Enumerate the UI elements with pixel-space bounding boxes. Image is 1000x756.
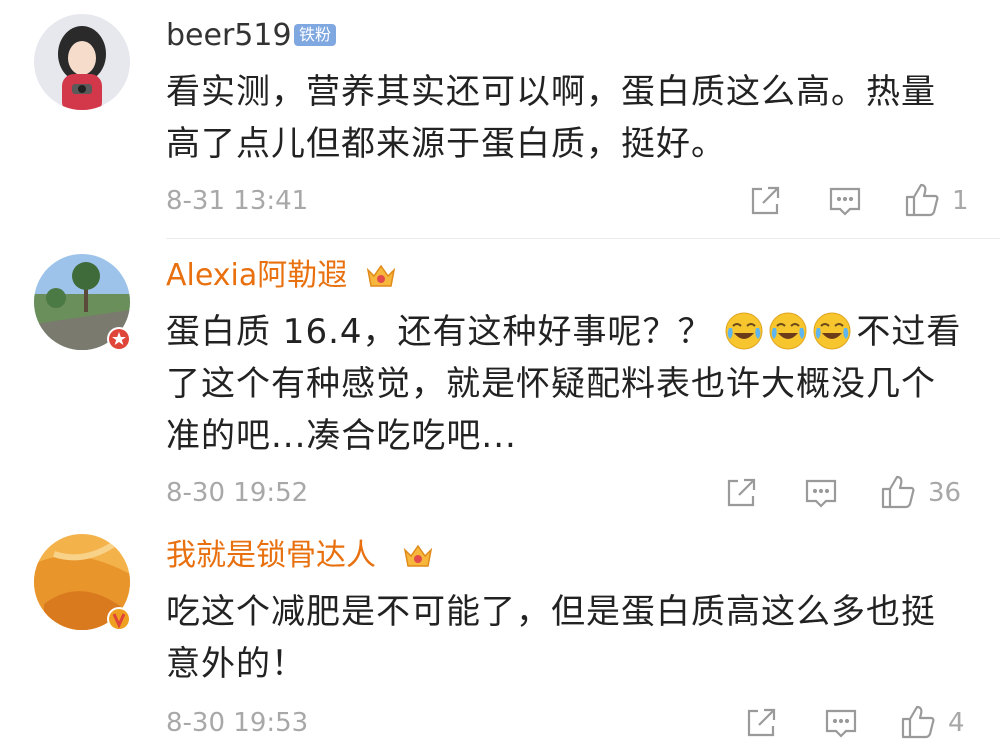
comment-icon <box>805 479 837 508</box>
laugh-cry-emoji <box>725 312 763 350</box>
verified-badge-icon <box>107 327 131 351</box>
avatar[interactable] <box>34 14 130 110</box>
share-icon <box>727 478 756 507</box>
comment-icon <box>829 187 861 216</box>
share-button[interactable] <box>744 706 778 740</box>
verified-v-badge-icon <box>107 607 131 631</box>
reply-button[interactable] <box>824 706 858 740</box>
vip-crown-icon <box>366 264 396 287</box>
share-button[interactable] <box>748 184 782 218</box>
vip-crown-icon <box>403 544 433 567</box>
share-icon <box>747 708 776 737</box>
like-count: 36 <box>928 478 962 508</box>
comment-text: 吃这个减肥是不可能了，但是蛋白质高这么多也挺意外的！ <box>166 592 936 684</box>
comment-text: 看实测，营养其实还可以啊，蛋白质这么高。热量高了点儿但都来源于蛋白质，挺好。 <box>166 72 936 164</box>
divider <box>166 238 1000 239</box>
laugh-cry-emoji <box>769 312 807 350</box>
avatar[interactable] <box>34 254 131 351</box>
thumbs-up-icon <box>901 705 935 739</box>
fan-badge: 铁粉 <box>294 24 337 46</box>
like-count: 1 <box>952 186 969 216</box>
username[interactable]: beer519 <box>166 16 292 56</box>
username[interactable]: 我就是锁骨达人 <box>166 536 376 576</box>
timestamp: 8-30 19:53 <box>166 708 309 738</box>
timestamp: 8-31 13:41 <box>166 186 309 216</box>
like-button[interactable] <box>904 182 940 217</box>
thumbs-up-icon <box>881 475 915 509</box>
like-button[interactable] <box>900 704 936 739</box>
username[interactable]: Alexia阿勒遐 <box>166 256 347 296</box>
avatar[interactable] <box>34 534 131 631</box>
timestamp: 8-30 19:52 <box>166 478 309 508</box>
thumbs-up-icon <box>905 183 939 217</box>
reply-button[interactable] <box>828 184 862 218</box>
like-count: 4 <box>948 708 965 738</box>
share-icon <box>751 186 780 215</box>
laugh-cry-emoji <box>813 312 851 350</box>
like-button[interactable] <box>880 474 916 509</box>
share-button[interactable] <box>724 476 758 510</box>
reply-button[interactable] <box>804 476 838 510</box>
comment-icon <box>825 709 857 738</box>
comment-text: 蛋白质 16.4，还有这种好事呢？？ 不过看了这个有种感觉，就是怀疑配料表也许大… <box>166 312 962 456</box>
